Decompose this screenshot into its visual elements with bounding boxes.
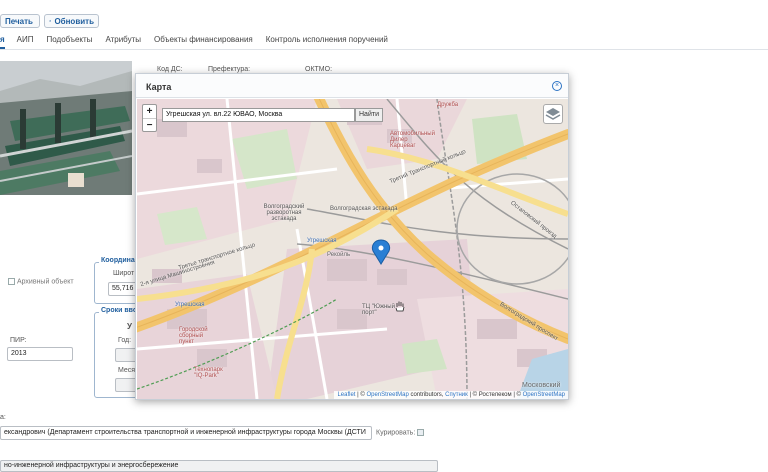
curate-checkbox-box[interactable] bbox=[417, 429, 425, 436]
zoom-in-button[interactable]: + bbox=[143, 105, 156, 118]
attribution-text: contributors, bbox=[408, 392, 446, 398]
pir-input[interactable]: 2013 bbox=[7, 347, 73, 361]
kod-ds-label: Код ДС: bbox=[157, 66, 183, 73]
sputnik-link[interactable]: Спутник bbox=[445, 392, 468, 398]
latitude-label: Широт bbox=[113, 270, 135, 277]
curate-checkbox[interactable]: Курировать: bbox=[376, 429, 425, 437]
tabs-divider bbox=[0, 49, 768, 50]
zoom-control: + − bbox=[142, 104, 157, 132]
map-label: Угрешская bbox=[307, 238, 337, 244]
map-dialog-header: Карта × bbox=[136, 74, 568, 98]
map-label: Волгоградская эстакада bbox=[330, 206, 398, 212]
pir-label: ПИР: bbox=[10, 337, 27, 344]
tab-bar: я АИП Подобъекты Атрибуты Объекты финанс… bbox=[0, 35, 401, 49]
map-label: ТЦ "Южный порт" bbox=[362, 304, 395, 316]
find-button[interactable]: Найти bbox=[355, 108, 383, 122]
map-canvas[interactable]: Волгоградский разворотная эстакада Волго… bbox=[137, 99, 568, 399]
refresh-button[interactable]: Обновить bbox=[44, 14, 99, 28]
close-icon[interactable]: × bbox=[552, 81, 562, 91]
map-label: Волгоградский разворотная эстакада bbox=[263, 204, 305, 222]
leaflet-link[interactable]: Leaflet bbox=[337, 392, 355, 398]
curate-label: Курировать: bbox=[376, 429, 416, 437]
attribution-text: | © Ростелеком | © bbox=[467, 392, 523, 398]
refresh-icon bbox=[49, 20, 52, 22]
attribution-text: | © bbox=[355, 392, 367, 398]
oktmo-label: ОКТМО: bbox=[305, 66, 333, 73]
map-label: Угрешская bbox=[175, 302, 205, 308]
map-label: Рекойль bbox=[327, 252, 351, 258]
customer-input[interactable]: ександрович (Департамент строительства т… bbox=[0, 426, 372, 440]
archive-checkbox-box[interactable] bbox=[8, 278, 15, 285]
tab-attributes[interactable]: Атрибуты bbox=[105, 35, 141, 49]
layers-icon[interactable] bbox=[543, 104, 563, 124]
map-dialog: Карта × Волгоградский разворотная эстака… bbox=[135, 73, 569, 400]
tab-funding-objects[interactable]: Объекты финансирования bbox=[154, 35, 253, 49]
osm-link-2[interactable]: OpenStreetMap bbox=[523, 392, 565, 398]
map-label: Дружба bbox=[437, 102, 459, 108]
archive-checkbox[interactable]: Архивный объект bbox=[8, 278, 74, 285]
map-label: Московский bbox=[522, 382, 561, 389]
map-attribution: Leaflet | © OpenStreetMap contributors, … bbox=[334, 391, 568, 399]
map-label: Автомобильный Дилер Карцеваг bbox=[390, 131, 435, 149]
map-label: Городской сборный пункт bbox=[179, 327, 208, 345]
prefecture-label: Префектура: bbox=[208, 66, 251, 73]
terms-legend: Сроки вво bbox=[99, 307, 140, 314]
map-dialog-title: Карта bbox=[146, 82, 172, 92]
print-label: Печать bbox=[5, 16, 33, 26]
program-input[interactable]: но-инженерной инфраструктуры и энергосбе… bbox=[0, 460, 438, 472]
customer-label: а: bbox=[0, 414, 6, 421]
map-tiles bbox=[137, 99, 568, 399]
map-label: Технопарк "IQ-Park" bbox=[194, 367, 223, 379]
object-photo[interactable] bbox=[0, 61, 132, 195]
tab-aip[interactable]: АИП bbox=[17, 35, 34, 49]
year-label: Год: bbox=[118, 337, 132, 344]
latitude-input[interactable]: 55,716 bbox=[108, 282, 138, 296]
tab-orders-control[interactable]: Контроль исполнения поручений bbox=[266, 35, 388, 49]
osm-link[interactable]: OpenStreetMap bbox=[366, 392, 408, 398]
zoom-out-button[interactable]: − bbox=[143, 118, 156, 131]
address-search-input[interactable]: Угрешская ул. вл.22 ЮВАО, Москва bbox=[162, 108, 355, 122]
coordinates-legend: Координа bbox=[99, 257, 137, 264]
refresh-label: Обновить bbox=[54, 16, 94, 26]
print-button[interactable]: Печать bbox=[0, 14, 40, 28]
archive-label: Архивный объект bbox=[16, 278, 74, 286]
terms-sub: У bbox=[127, 322, 132, 331]
tab-subobjects[interactable]: Подобъекты bbox=[47, 35, 93, 49]
tab-general[interactable]: я bbox=[0, 35, 5, 49]
